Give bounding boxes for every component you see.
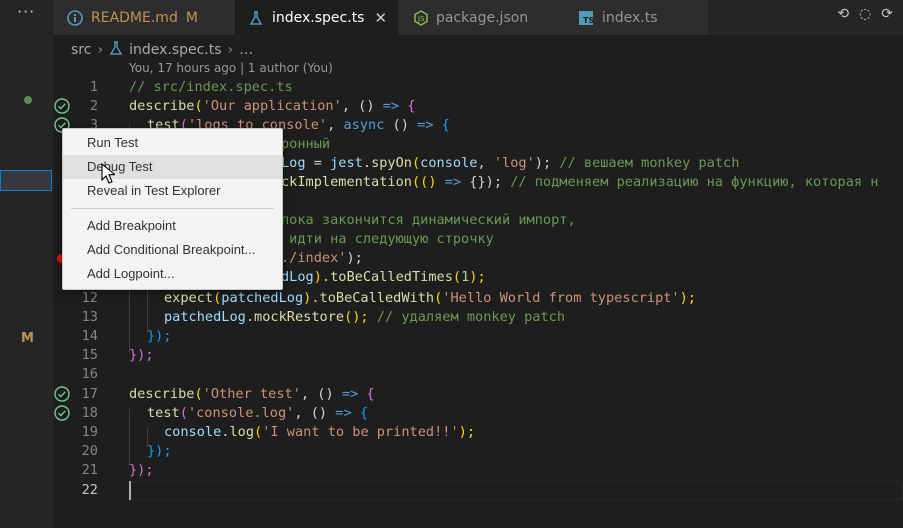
line-number: 12: [81, 290, 98, 306]
line-number: 14: [81, 328, 98, 344]
line-number: 13: [81, 309, 98, 325]
line-number: 1: [89, 79, 98, 95]
code-line: patchedLog.mockRestore(); // удаляем mon…: [164, 309, 566, 325]
line-number: 22: [81, 482, 98, 498]
menu-item-add-logpoint[interactable]: Add Logpoint...: [63, 262, 282, 286]
code-line: Log = jest.spyOn(console, 'log'); // веш…: [281, 155, 740, 171]
code-line: });: [147, 443, 172, 459]
menu-item-add-breakpoint[interactable]: Add Breakpoint: [63, 214, 282, 238]
menu-item-run-test[interactable]: Run Test: [63, 131, 282, 155]
code-line: ронный: [281, 136, 331, 152]
code-line: describe('Other test', () => {: [129, 386, 375, 402]
tab-readme[interactable]: README.md M: [53, 0, 235, 35]
codelens-blame[interactable]: You, 17 hours ago | 1 author (You): [129, 61, 333, 75]
tab-label: index.spec.ts: [272, 9, 365, 26]
flask-icon: [248, 10, 264, 26]
editor-actions: ⟲ ◌ ⟳: [837, 6, 893, 22]
test-passed-icon[interactable]: [53, 97, 71, 115]
line-number: 15: [81, 347, 98, 363]
text-cursor: [129, 481, 131, 500]
tab-index-spec[interactable]: index.spec.ts ✕: [235, 0, 398, 35]
code-line: });: [129, 462, 154, 478]
go-forward-icon[interactable]: ⟳: [881, 6, 893, 22]
tab-bar: README.md M index.spec.ts ✕ JS package.j…: [53, 0, 903, 35]
code-line: console.log('I want to be printed!!');: [164, 424, 476, 440]
context-menu: Run Test Debug Test Reveal in Test Explo…: [62, 128, 283, 290]
menu-item-debug-test[interactable]: Debug Test: [63, 155, 282, 179]
line-number: 19: [81, 424, 98, 440]
code-line: });: [129, 347, 154, 363]
modified-indicator: M: [185, 9, 198, 26]
chevron-right-icon: ›: [97, 42, 104, 58]
code-line: describe('Our application', () => {: [129, 98, 416, 114]
menu-item-add-conditional-breakpoint[interactable]: Add Conditional Breakpoint...: [63, 238, 282, 262]
more-actions-icon[interactable]: ···: [17, 2, 35, 21]
code-line: // src/index.spec.ts: [129, 79, 293, 95]
svg-text:JS: JS: [417, 15, 425, 23]
tab-label: package.json: [436, 9, 529, 26]
breadcrumb-more[interactable]: …: [239, 42, 253, 58]
chevron-right-icon: ›: [227, 42, 234, 58]
svg-text:TS: TS: [583, 16, 594, 25]
code-line: идти на следующую строчку: [281, 231, 494, 247]
code-line: ./index');: [281, 250, 363, 266]
code-line: });: [147, 328, 172, 344]
typescript-icon: TS: [578, 10, 594, 26]
line-number: 21: [81, 462, 98, 478]
tab-index-ts[interactable]: TS index.ts: [558, 0, 708, 35]
test-passed-icon[interactable]: [53, 404, 71, 422]
mouse-pointer-icon: [101, 163, 115, 184]
breadcrumb-file[interactable]: index.spec.ts: [129, 42, 221, 58]
menu-item-reveal-in-test-explorer[interactable]: Reveal in Test Explorer: [63, 179, 282, 203]
test-passed-icon[interactable]: [53, 385, 71, 403]
breadcrumb-folder[interactable]: src: [71, 42, 91, 58]
info-icon: [67, 9, 83, 26]
tab-package-json[interactable]: JS package.json: [398, 0, 558, 35]
nodejs-icon: JS: [414, 9, 428, 26]
code-line: expect(patchedLog).toBeCalledWith('Hello…: [164, 290, 696, 306]
tab-label: index.ts: [602, 9, 658, 26]
flask-icon: [109, 41, 123, 59]
toggle-icon[interactable]: ◌: [859, 6, 871, 22]
go-back-icon[interactable]: ⟲: [837, 6, 849, 22]
breadcrumb: src › index.spec.ts › …: [71, 41, 253, 59]
menu-separator: [71, 208, 274, 209]
line-number: 16: [81, 366, 98, 382]
code-line: ckImplementation(() => {}); // подменяем…: [281, 174, 879, 190]
code-line: dLog).toBeCalledTimes(1);: [281, 269, 486, 285]
close-icon[interactable]: ✕: [374, 9, 387, 27]
code-line: пока закончится динамический импорт,: [281, 212, 576, 228]
code-line: test('console.log', () => {: [147, 405, 369, 421]
line-number: 20: [81, 443, 98, 459]
tab-label: README.md: [91, 9, 178, 26]
